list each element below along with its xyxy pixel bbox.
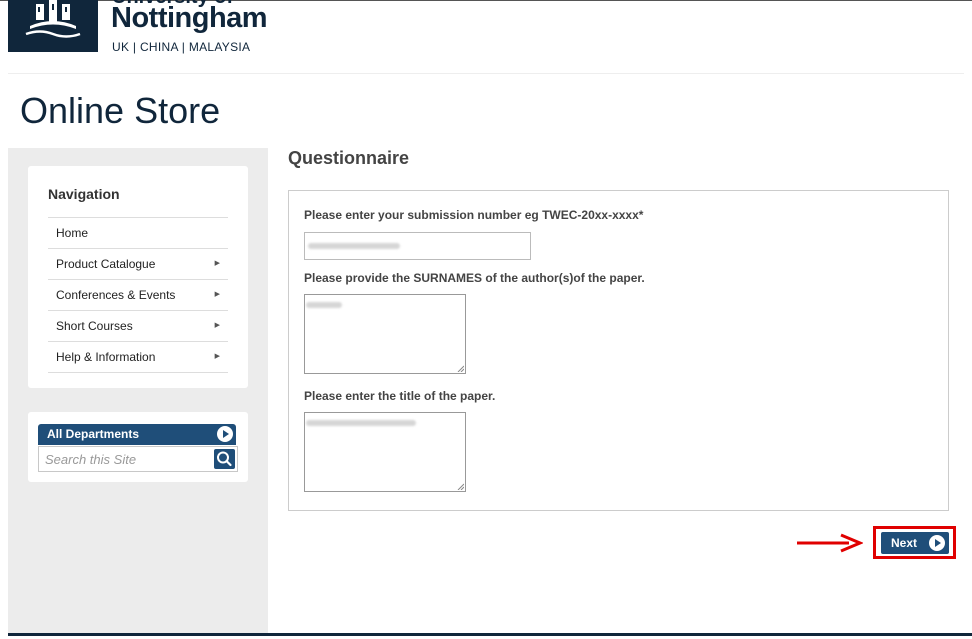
nav-item-label: Short Courses: [56, 319, 133, 333]
navigation-title: Navigation: [48, 186, 120, 202]
footer-border: [8, 633, 972, 636]
navigation-list: Home Product Catalogue ▶ Conferences & Ev…: [48, 217, 228, 373]
all-departments-label: All Departments: [47, 427, 140, 441]
nav-item-product-catalogue[interactable]: Product Catalogue ▶: [48, 249, 228, 280]
search-icon: [217, 451, 232, 467]
nav-item-label: Help & Information: [56, 350, 156, 364]
next-button[interactable]: Next: [881, 532, 949, 554]
campus-list: UK | CHINA | MALAYSIA: [112, 40, 251, 54]
next-label: Next: [891, 536, 918, 550]
paper-title-label: Please enter the title of the paper.: [304, 389, 496, 403]
nav-item-conferences-events[interactable]: Conferences & Events ▶: [48, 280, 228, 311]
redacted-value: [306, 302, 342, 308]
sidebar: Navigation Home Product Catalogue ▶ Confe…: [8, 148, 268, 634]
nav-item-home[interactable]: Home: [48, 218, 228, 249]
navigation-panel: Navigation Home Product Catalogue ▶ Confe…: [28, 166, 248, 388]
questionnaire-title: Questionnaire: [288, 148, 410, 168]
redacted-value: [308, 243, 400, 249]
university-logo[interactable]: [8, 0, 98, 52]
search-panel: All Departments: [28, 412, 248, 482]
chevron-right-icon: ▶: [214, 353, 220, 360]
surnames-textarea[interactable]: [304, 294, 466, 374]
submission-number-input[interactable]: [304, 232, 531, 260]
circle-arrow-right-icon: [217, 426, 233, 442]
all-departments-button[interactable]: All Departments: [38, 424, 236, 445]
questionnaire-form: Please enter your submission number eg T…: [288, 190, 949, 511]
surnames-label: Please provide the SURNAMES of the autho…: [304, 271, 645, 285]
resize-handle-icon[interactable]: [456, 482, 464, 490]
chevron-right-icon: ▶: [214, 260, 220, 267]
nav-item-help-information[interactable]: Help & Information ▶: [48, 342, 228, 373]
nav-item-label: Product Catalogue: [56, 257, 156, 271]
nav-item-short-courses[interactable]: Short Courses ▶: [48, 311, 228, 342]
page-title: Online Store: [20, 90, 221, 131]
redacted-value: [306, 420, 416, 426]
castle-crest-icon: [25, 0, 81, 38]
nav-item-label: Home: [56, 226, 89, 240]
annotation-arrow-icon: [797, 533, 863, 553]
university-name: Nottingham: [111, 2, 268, 34]
paper-title-textarea[interactable]: [304, 412, 466, 492]
chevron-right-icon: ▶: [214, 322, 220, 329]
header-divider: [8, 73, 964, 74]
chevron-right-icon: ▶: [214, 291, 220, 298]
resize-handle-icon[interactable]: [456, 364, 464, 372]
search-input[interactable]: [38, 446, 238, 472]
nav-item-label: Conferences & Events: [56, 288, 176, 302]
search-button[interactable]: [214, 449, 235, 469]
submission-number-label: Please enter your submission number eg T…: [304, 208, 644, 222]
circle-arrow-right-icon: [929, 535, 945, 551]
